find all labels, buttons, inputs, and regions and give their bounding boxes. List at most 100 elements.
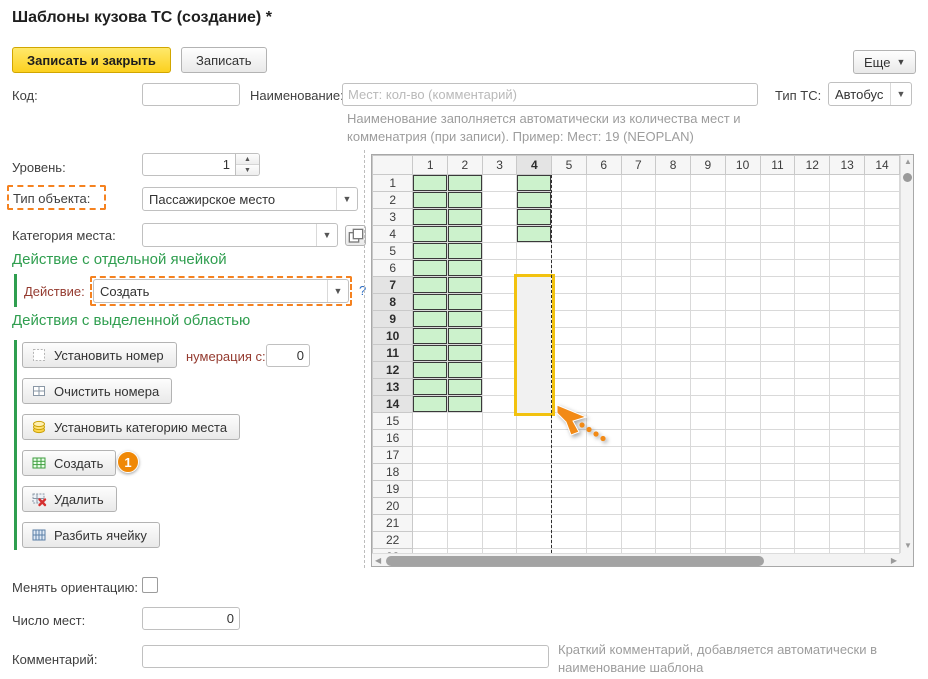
grid-cell[interactable] — [725, 481, 760, 498]
grid-column-header[interactable]: 14 — [865, 156, 900, 175]
grid-cell[interactable] — [865, 430, 900, 447]
grid-cell[interactable] — [656, 243, 691, 260]
grid-cell[interactable] — [795, 260, 830, 277]
vertical-scroll-thumb[interactable] — [903, 173, 912, 182]
grid-cell[interactable] — [656, 226, 691, 243]
grid-cell[interactable] — [865, 192, 900, 209]
grid-cell[interactable] — [448, 277, 483, 294]
grid-cell[interactable] — [656, 175, 691, 192]
code-input[interactable] — [142, 83, 240, 106]
grid-cell[interactable] — [517, 175, 552, 192]
grid-cell[interactable] — [482, 311, 517, 328]
grid-cell[interactable] — [482, 294, 517, 311]
grid-cell[interactable] — [621, 209, 656, 226]
grid-cell[interactable] — [552, 328, 587, 345]
grid-cell[interactable] — [517, 515, 552, 532]
grid-cell[interactable] — [795, 192, 830, 209]
grid-cell[interactable] — [760, 430, 795, 447]
grid-cell[interactable] — [413, 328, 448, 345]
grid-cell[interactable] — [552, 294, 587, 311]
grid-cell[interactable] — [621, 430, 656, 447]
grid-cell[interactable] — [517, 260, 552, 277]
grid-cell[interactable] — [795, 532, 830, 549]
object-type-select[interactable]: Пассажирское место ▼ — [142, 187, 358, 211]
grid-column-header[interactable]: 5 — [552, 156, 587, 175]
grid-cell[interactable] — [517, 311, 552, 328]
grid-cell[interactable] — [517, 345, 552, 362]
grid-row-header[interactable]: 12 — [373, 362, 413, 379]
grid-cell[interactable] — [865, 345, 900, 362]
grid-cell[interactable] — [725, 175, 760, 192]
grid-cell[interactable] — [830, 498, 865, 515]
grid-cell[interactable] — [413, 362, 448, 379]
grid-cell[interactable] — [482, 328, 517, 345]
grid-cell[interactable] — [413, 515, 448, 532]
grid-cell[interactable] — [448, 260, 483, 277]
grid-cell[interactable] — [690, 447, 725, 464]
grid-cell[interactable] — [656, 430, 691, 447]
grid-cell[interactable] — [725, 498, 760, 515]
grid-cell[interactable] — [413, 175, 448, 192]
grid-cell[interactable] — [830, 311, 865, 328]
chevron-down-icon[interactable]: ▼ — [316, 224, 337, 246]
grid-cell[interactable] — [517, 532, 552, 549]
grid-cell[interactable] — [865, 413, 900, 430]
set-seat-category-button[interactable]: Установить категорию места — [22, 414, 240, 440]
grid-column-header[interactable]: 2 — [448, 156, 483, 175]
grid-cell[interactable] — [795, 481, 830, 498]
grid-cell[interactable] — [621, 192, 656, 209]
grid-cell[interactable] — [690, 260, 725, 277]
grid-cell[interactable] — [448, 192, 483, 209]
grid-cell[interactable] — [656, 277, 691, 294]
grid-cell[interactable] — [690, 226, 725, 243]
grid-cell[interactable] — [621, 379, 656, 396]
grid-column-header[interactable]: 4 — [517, 156, 552, 175]
grid-cell[interactable] — [690, 328, 725, 345]
grid-cell[interactable] — [586, 294, 621, 311]
grid-cell[interactable] — [656, 328, 691, 345]
split-cell-button[interactable]: Разбить ячейку — [22, 522, 160, 548]
grid-cell[interactable] — [552, 175, 587, 192]
grid-cell[interactable] — [725, 396, 760, 413]
grid-cell[interactable] — [586, 481, 621, 498]
grid-cell[interactable] — [586, 311, 621, 328]
grid-row-header[interactable]: 5 — [373, 243, 413, 260]
grid-cell[interactable] — [482, 498, 517, 515]
grid-cell[interactable] — [725, 243, 760, 260]
grid-cell[interactable] — [830, 481, 865, 498]
grid-cell[interactable] — [517, 209, 552, 226]
grid-cell[interactable] — [865, 379, 900, 396]
grid-cell[interactable] — [830, 243, 865, 260]
grid-cell[interactable] — [482, 192, 517, 209]
comment-input[interactable] — [142, 645, 549, 668]
grid-cell[interactable] — [621, 396, 656, 413]
grid-cell[interactable] — [795, 209, 830, 226]
grid-cell[interactable] — [482, 532, 517, 549]
grid-cell[interactable] — [795, 362, 830, 379]
grid-cell[interactable] — [865, 447, 900, 464]
grid-cell[interactable] — [865, 498, 900, 515]
grid-cell[interactable] — [865, 175, 900, 192]
grid-cell[interactable] — [865, 362, 900, 379]
grid-cell[interactable] — [586, 277, 621, 294]
grid-row-header[interactable]: 20 — [373, 498, 413, 515]
grid-cell[interactable] — [413, 226, 448, 243]
grid-row-header[interactable]: 15 — [373, 413, 413, 430]
grid-cell[interactable] — [517, 277, 552, 294]
grid-cell[interactable] — [517, 413, 552, 430]
grid-cell[interactable] — [865, 464, 900, 481]
create-button[interactable]: Создать — [22, 450, 116, 476]
grid-cell[interactable] — [865, 515, 900, 532]
grid-cell[interactable] — [795, 345, 830, 362]
grid-cell[interactable] — [586, 362, 621, 379]
grid-column-header[interactable]: 11 — [760, 156, 795, 175]
grid-cell[interactable] — [413, 209, 448, 226]
grid-cell[interactable] — [621, 464, 656, 481]
grid-cell[interactable] — [552, 277, 587, 294]
grid-cell[interactable] — [795, 311, 830, 328]
grid-cell[interactable] — [413, 294, 448, 311]
grid-cell[interactable] — [795, 243, 830, 260]
grid-cell[interactable] — [830, 430, 865, 447]
grid-cell[interactable] — [413, 396, 448, 413]
grid-cell[interactable] — [621, 532, 656, 549]
